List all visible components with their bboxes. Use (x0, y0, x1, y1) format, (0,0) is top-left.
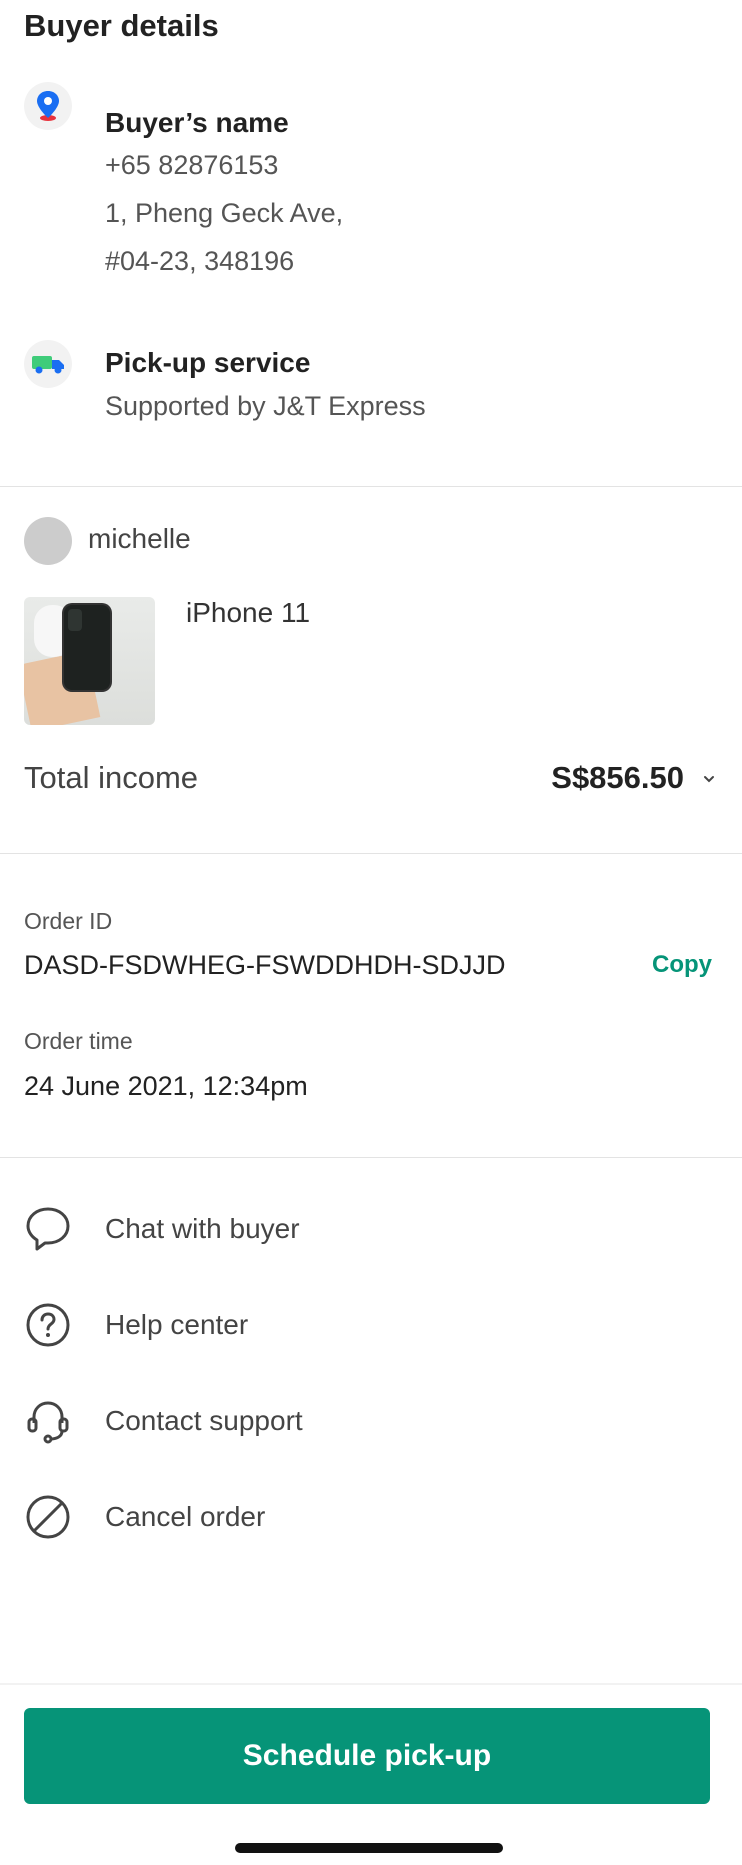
contact-support-button[interactable]: Contact support (0, 1385, 742, 1457)
headset-icon (27, 1401, 69, 1444)
page-title: Buyer details (24, 8, 219, 43)
seller-name: michelle (88, 523, 191, 554)
cancel-circle-icon (26, 1495, 70, 1539)
action-label: Chat with buyer (105, 1213, 300, 1244)
delivery-truck-icon (24, 340, 72, 388)
chevron-down-icon[interactable] (702, 772, 716, 786)
order-time-value: 24 June 2021, 12:34pm (24, 1071, 308, 1101)
home-indicator[interactable] (235, 1843, 503, 1853)
order-id-label: Order ID (24, 908, 113, 934)
divider (0, 853, 742, 854)
order-id-value: DASD-FSDWHEG-FSWDDHDH-SDJJD (24, 950, 506, 980)
pickup-title: Pick-up service (105, 347, 311, 378)
action-label: Cancel order (105, 1501, 266, 1532)
divider (0, 1157, 742, 1158)
action-label: Help center (105, 1309, 249, 1340)
buyer-address-line1: 1, Pheng Geck Ave, (105, 198, 344, 228)
cancel-order-button[interactable]: Cancel order (0, 1481, 742, 1553)
divider (0, 486, 742, 487)
action-label: Contact support (105, 1405, 303, 1436)
buyer-info: Buyer’s name +65 82876153 1, Pheng Geck … (105, 105, 343, 285)
chat-bubble-icon (26, 1207, 70, 1251)
help-circle-icon (26, 1303, 70, 1347)
total-income-value[interactable]: S$856.50 (551, 760, 684, 796)
total-income-label: Total income (24, 760, 199, 795)
pickup-info: Pick-up service Supported by J&T Express (105, 345, 426, 431)
buyer-phone: +65 82876153 (105, 150, 279, 180)
footer-divider (0, 1683, 742, 1685)
product-name[interactable]: iPhone 11 (186, 597, 310, 629)
copy-button[interactable]: Copy (652, 951, 712, 979)
buyer-name: Buyer’s name (105, 107, 289, 138)
phone-shape (64, 605, 110, 690)
avatar (24, 517, 72, 565)
pickup-subtitle: Supported by J&T Express (105, 391, 426, 421)
location-pin-icon (24, 82, 72, 130)
chat-with-buyer-button[interactable]: Chat with buyer (0, 1193, 742, 1265)
schedule-pickup-button[interactable]: Schedule pick-up (24, 1708, 710, 1804)
help-center-button[interactable]: Help center (0, 1289, 742, 1361)
order-time-label: Order time (24, 1028, 133, 1054)
buyer-address-line2: #04-23, 348196 (105, 246, 295, 276)
product-image[interactable] (24, 597, 155, 725)
